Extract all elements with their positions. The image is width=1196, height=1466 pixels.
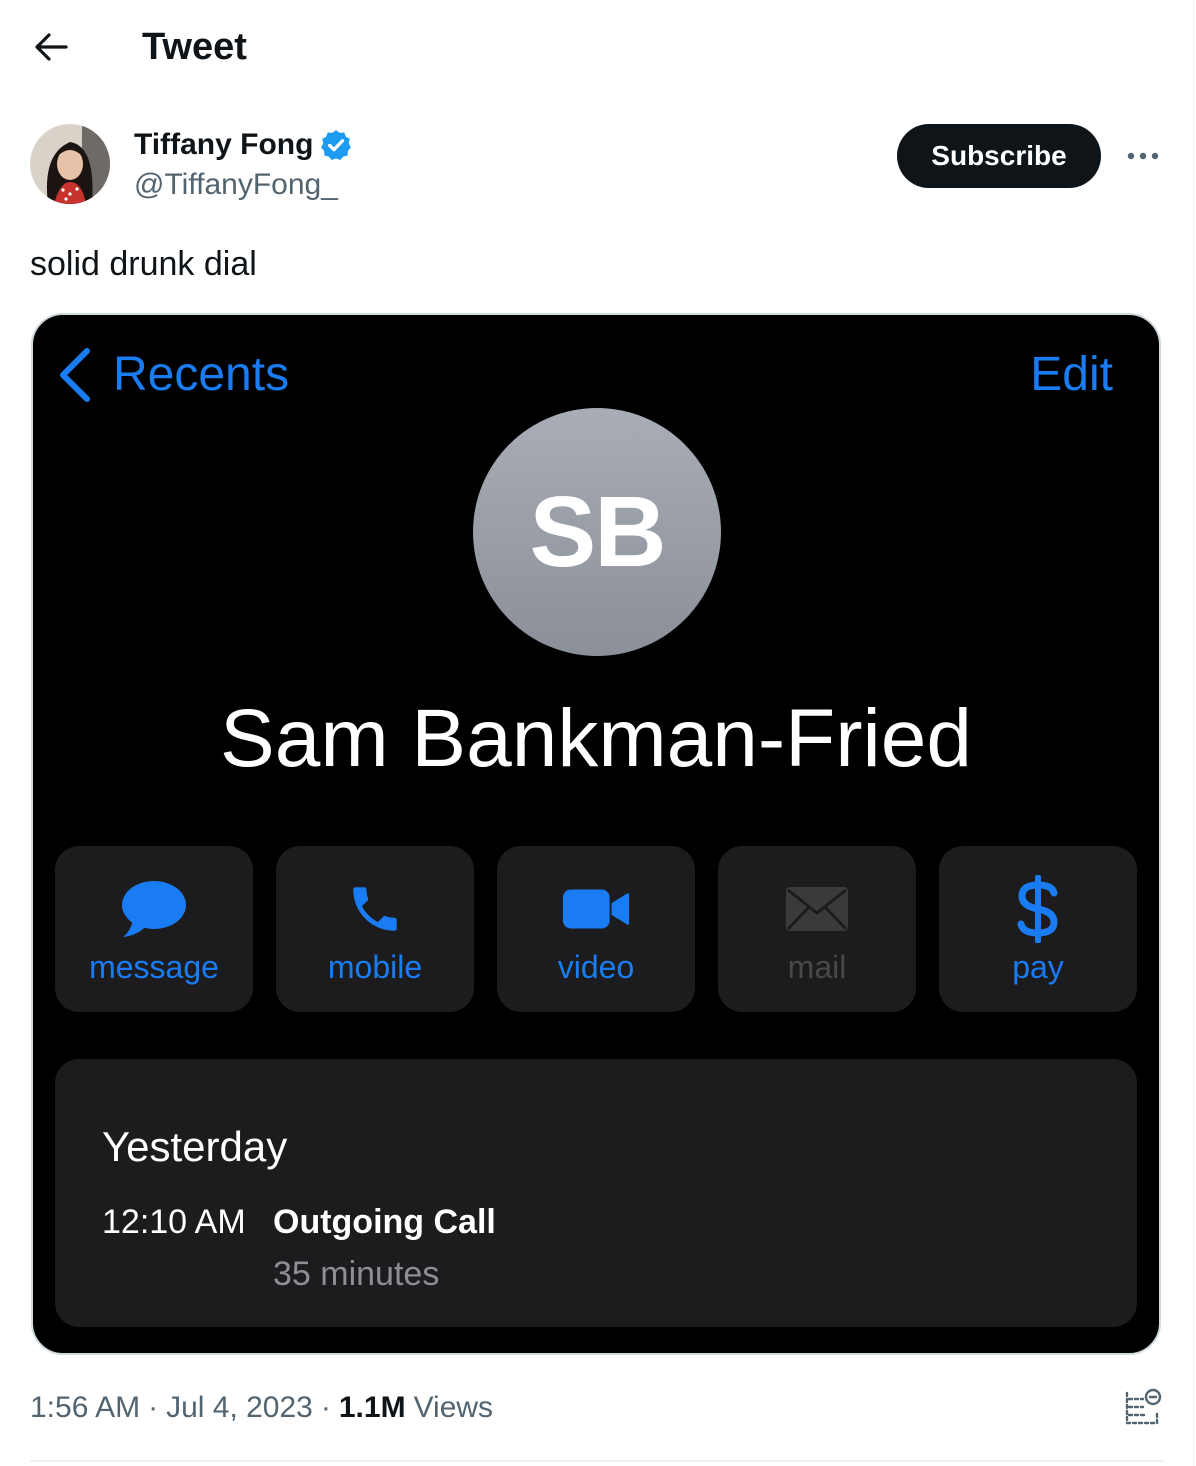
pay-action: pay <box>939 846 1137 1012</box>
action-label: video <box>557 949 635 985</box>
action-label: message <box>89 949 219 985</box>
tweet-meta: 1:56 AM · Jul 4, 2023 · 1.1M Views <box>30 1388 493 1428</box>
contact-initials: SB <box>529 475 667 588</box>
call-time: 12:10 AM <box>102 1203 246 1241</box>
meta-separator: · <box>320 1391 331 1424</box>
author-name-row[interactable]: Tiffany Fong <box>134 126 353 164</box>
display-name: Tiffany Fong <box>134 128 314 161</box>
avatar[interactable] <box>30 124 110 204</box>
more-horizontal-icon <box>1127 152 1159 160</box>
action-label: mail <box>787 949 847 985</box>
author-handle[interactable]: @TiffanyFong_ <box>134 166 338 204</box>
action-label: mobile <box>327 949 423 985</box>
chevron-left-icon <box>60 348 90 402</box>
call-date: Yesterday <box>102 1123 288 1170</box>
avatar-image <box>30 124 110 204</box>
views-count[interactable]: 1.1M <box>339 1388 406 1428</box>
recents-back-link: Recents <box>55 345 289 405</box>
call-duration: 35 minutes <box>273 1255 440 1293</box>
analytics-icon <box>1125 1388 1162 1425</box>
back-button[interactable] <box>26 24 76 70</box>
verified-badge-icon <box>321 130 352 161</box>
page-title: Tweet <box>142 26 247 68</box>
action-label: pay <box>1012 949 1064 985</box>
tweet-page: Tweet Tiffany Fong @TiffanyFong_ Subscri… <box>0 0 1196 1466</box>
call-history-card: Yesterday 12:10 AM Outgoing Call 35 minu… <box>55 1059 1137 1327</box>
phone-icon <box>353 887 397 931</box>
subscribe-button[interactable]: Subscribe <box>897 124 1101 188</box>
video-camera-icon <box>562 889 630 929</box>
message-bubble-icon <box>122 881 186 937</box>
contact-avatar: SB <box>473 408 721 656</box>
dollar-icon <box>1017 875 1058 943</box>
meta-separator: · <box>148 1391 159 1424</box>
arrow-left-icon <box>35 33 68 61</box>
tweet-date[interactable]: Jul 4, 2023 <box>166 1388 313 1428</box>
analytics-button[interactable] <box>1120 1384 1166 1430</box>
column-divider <box>1193 0 1194 1466</box>
tweet-time[interactable]: 1:56 AM <box>30 1388 140 1428</box>
more-options-button[interactable] <box>1118 136 1168 176</box>
mobile-action: mobile <box>276 846 474 1012</box>
call-type: Outgoing Call <box>273 1203 496 1241</box>
contact-name: Sam Bankman-Fried <box>220 693 972 784</box>
divider <box>30 1460 1164 1462</box>
video-action: video <box>497 846 695 1012</box>
message-action: message <box>55 846 253 1012</box>
edit-label: Edit <box>1030 348 1113 401</box>
views-label: Views <box>413 1391 494 1424</box>
recents-label: Recents <box>113 348 290 401</box>
tweet-media[interactable]: Recents Edit SB Sam Bankman-Fried messag… <box>31 313 1161 1355</box>
envelope-icon <box>786 887 848 931</box>
tweet-text: solid drunk dial <box>30 245 257 283</box>
mail-action: mail <box>718 846 916 1012</box>
contact-actions: message mobile video mail pay <box>55 846 1137 1012</box>
